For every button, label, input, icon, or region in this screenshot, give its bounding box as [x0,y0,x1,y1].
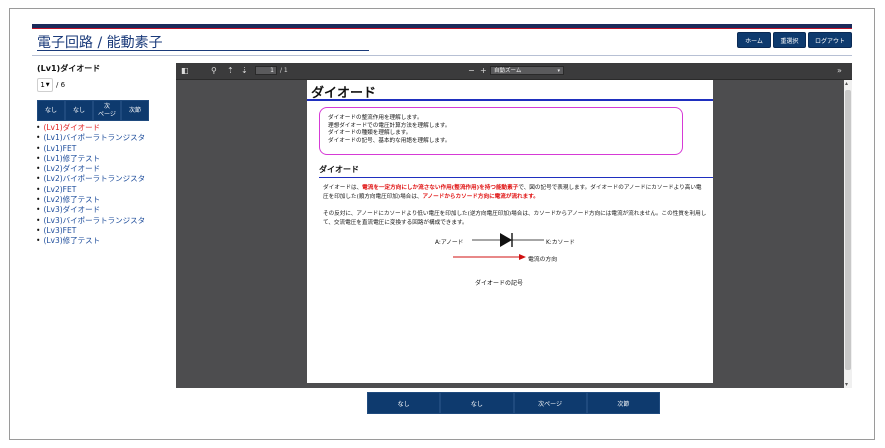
page-total: / 6 [56,81,66,89]
zoom-select-value: 自動ズーム [494,68,522,74]
section-heading-rule [319,177,713,178]
header-divider [32,55,852,56]
figure-caption: ダイオードの記号 [475,280,524,287]
bottom-prev-section-button[interactable]: なし [367,392,441,414]
para1-text-a: ダイオードは、 [323,185,363,191]
pdf-heading-rule [307,99,713,101]
bottom-next-page-button[interactable]: 次ページ [513,392,587,414]
zoom-out-button[interactable]: − [468,66,475,75]
objective-item: ダイオードの種類を理解します。 [328,130,412,137]
pdf-page: ダイオード ダイオードの整流作用を理解します。 理想ダイオードでの電圧計算方法を… [307,80,713,383]
nav-item-lv1-fet[interactable]: (Lv1)FET [36,144,145,154]
nav-item-lv1-bjt[interactable]: (Lv1)バイポーラトランジスタ [36,133,145,143]
page-select[interactable]: 1 ▼ [37,78,53,92]
objective-item: ダイオードの記号、基本的な用語を理解します。 [328,137,451,144]
nav-item-lv3-diode[interactable]: (Lv3)ダイオード [36,205,145,215]
more-tools-icon[interactable]: » [837,66,842,75]
viewer-toolbar: ◧ ⚲ ⇡ ⇣ 1 / 1 − + 自動ズーム ▾ » [176,63,852,80]
sidebar-prev-page-button[interactable]: なし [65,100,93,121]
nav-item-lv3-bjt[interactable]: (Lv3)バイポーラトランジスタ [36,216,145,226]
sidebar-title: (Lv1)ダイオード [37,64,101,73]
page-down-icon[interactable]: ⇣ [241,66,248,75]
para1-highlight-1: 電流を一定方向にしか流さない作用(整流作用)を持つ能動素子 [362,185,519,191]
viewer-scrollbar[interactable]: ▴ ▾ [844,80,852,388]
chevron-down-icon: ▼ [45,82,50,88]
nav-item-lv1-diode[interactable]: (Lv1)ダイオード [36,123,145,133]
bottom-prev-page-button[interactable]: なし [440,392,514,414]
page-title: 電子回路 / 能動素子 [37,35,163,51]
bottom-next-section-button[interactable]: 次節 [586,392,660,414]
sidebar-next-section-button[interactable]: 次節 [121,100,149,121]
nav-item-lv1-test[interactable]: (Lv1)修了テスト [36,154,145,164]
search-icon[interactable]: ⚲ [211,66,217,75]
page-select-value: 1 [40,81,45,89]
anode-label: A:アノード [435,240,464,246]
zoom-in-button[interactable]: + [480,66,487,75]
nav-item-lv2-fet[interactable]: (Lv2)FET [36,185,145,195]
section-heading: ダイオード [319,165,359,174]
zoom-select[interactable]: 自動ズーム ▾ [490,66,564,75]
para1-highlight-2: アノードからカソード方向に電流が流れます。 [422,193,539,200]
page-count-label: / 1 [280,67,288,74]
nav-item-lv2-diode[interactable]: (Lv2)ダイオード [36,164,145,174]
page-number-input[interactable]: 1 [255,66,277,75]
home-button[interactable]: ホーム [737,32,771,48]
nav-item-lv2-bjt[interactable]: (Lv2)バイポーラトランジスタ [36,174,145,184]
nav-item-lv2-test[interactable]: (Lv2)修了テスト [36,195,145,205]
logout-button[interactable]: ログアウト [808,32,852,48]
pdf-viewer: ◧ ⚲ ⇡ ⇣ 1 / 1 − + 自動ズーム ▾ » ダイオード ダイオードの… [176,63,852,388]
nav-item-lv3-fet[interactable]: (Lv3)FET [36,226,145,236]
title-underline [37,50,369,51]
sidebar-next-page-button[interactable]: 次 ページ [93,100,121,121]
paragraph-forward-bias: ダイオードは、電流を一定方向にしか流さない作用(整流作用)を持つ能動素子で、図の… [323,184,707,201]
scroll-down-icon[interactable]: ▾ [845,381,848,388]
nav-item-lv3-test[interactable]: (Lv3)修了テスト [36,236,145,246]
scrollbar-thumb[interactable] [845,90,851,370]
bottom-nav-bar: なし なし 次ページ 次節 [367,392,660,414]
chevron-down-icon: ▾ [557,68,560,74]
objectives-box: ダイオードの整流作用を理解します。 理想ダイオードでの電圧計算方法を理解します。… [319,107,683,155]
objective-item: ダイオードの整流作用を理解します。 [328,115,423,121]
current-direction-arrow-icon [453,254,526,260]
diode-symbol-icon [472,233,544,247]
scroll-up-icon[interactable]: ▴ [845,80,848,87]
sidebar-prev-section-button[interactable]: なし [37,100,65,121]
top-red-line [32,28,852,29]
paragraph-reverse-bias: その反対に、アノードにカソードより低い電圧を印加した(逆方向電圧印加)場合は、カ… [323,211,707,226]
reselect-button[interactable]: 重選択 [773,32,806,48]
current-direction-label: 電流の方向 [528,257,557,263]
page-up-icon[interactable]: ⇡ [227,66,234,75]
lesson-nav-list: (Lv1)ダイオード (Lv1)バイポーラトランジスタ (Lv1)FET (Lv… [36,123,145,247]
cathode-label: K:カソード [546,240,575,246]
sidebar-toggle-icon[interactable]: ◧ [181,66,189,75]
